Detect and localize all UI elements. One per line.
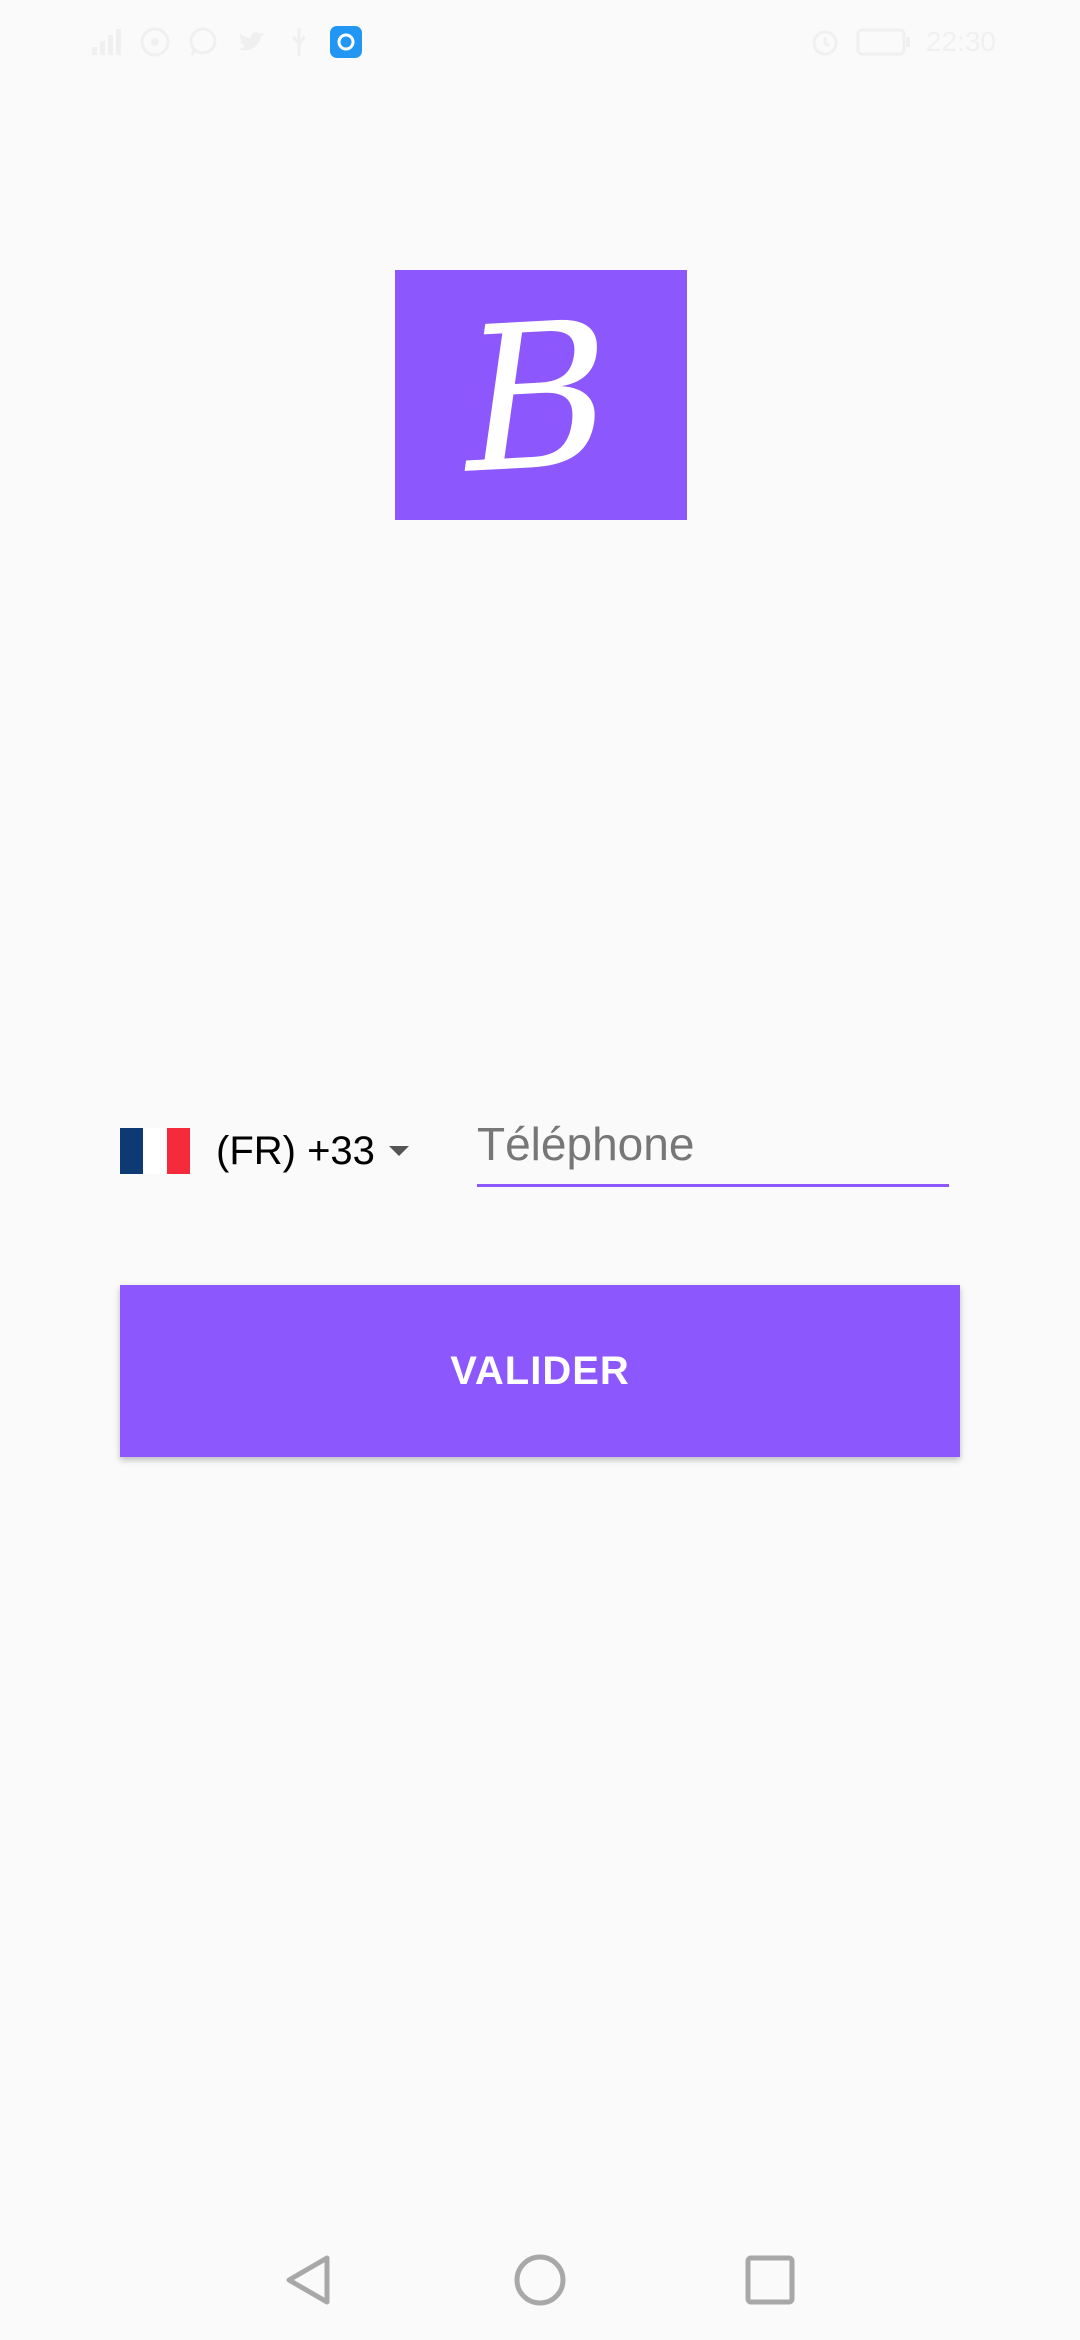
twitter-icon: [238, 32, 265, 51]
recents-icon: [745, 2255, 795, 2305]
app-notification-icon: [330, 26, 362, 58]
logo-letter: B: [457, 278, 617, 519]
app-glyph-icon: [337, 33, 355, 51]
status-time: 22:30: [925, 26, 996, 57]
back-button[interactable]: [276, 2248, 340, 2312]
home-icon: [514, 2254, 566, 2306]
usb-icon: [291, 28, 307, 56]
login-screen: 22:30 B (FR) +33 VALIDER: [0, 0, 1080, 2340]
whatsapp-icon: [189, 27, 217, 56]
status-bar-right: 22:30: [808, 22, 996, 62]
france-flag-icon: [120, 1128, 190, 1174]
country-code-picker[interactable]: (FR) +33: [120, 1120, 409, 1182]
hotspot-icon: [140, 27, 170, 57]
status-bar: 22:30: [0, 0, 1080, 84]
navigation-bar: [0, 2220, 1080, 2340]
back-icon: [286, 2255, 330, 2305]
dropdown-arrow-icon: [388, 1146, 409, 1156]
battery-icon: [856, 28, 910, 56]
signal-icon: [92, 29, 121, 55]
validate-button[interactable]: VALIDER: [120, 1285, 960, 1457]
status-bar-left: [90, 22, 362, 62]
country-code-label: (FR) +33: [216, 1128, 375, 1173]
home-button[interactable]: [508, 2248, 572, 2312]
alarm-icon: [812, 30, 838, 56]
app-logo: B: [395, 270, 687, 520]
phone-number-input[interactable]: [477, 1104, 949, 1187]
recents-button[interactable]: [738, 2248, 802, 2312]
